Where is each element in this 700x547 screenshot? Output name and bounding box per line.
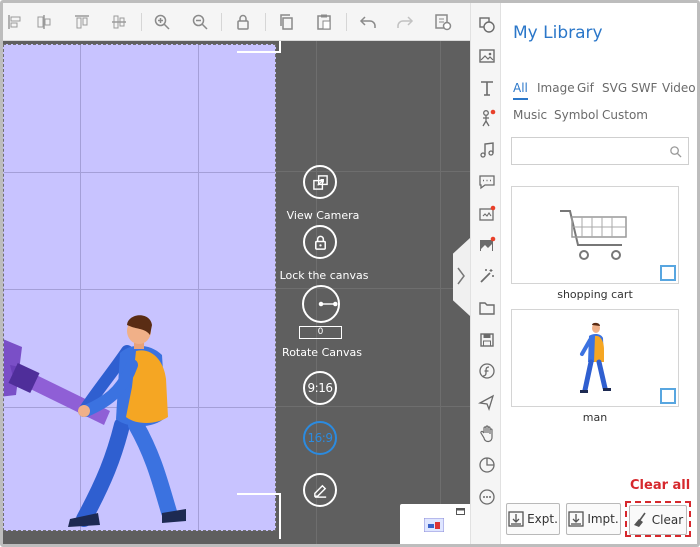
asset-category-strip bbox=[470, 3, 501, 544]
import-icon bbox=[568, 511, 584, 527]
character-icon[interactable] bbox=[477, 108, 497, 128]
align-center-icon[interactable] bbox=[34, 12, 54, 32]
shapes-icon[interactable] bbox=[477, 15, 497, 35]
preview-thumbnail-panel[interactable] bbox=[400, 504, 470, 544]
library-title: My Library bbox=[513, 23, 603, 43]
toolbar-divider bbox=[346, 13, 347, 31]
view-camera-button[interactable] bbox=[303, 165, 337, 199]
align-left-icon[interactable] bbox=[5, 12, 25, 32]
clear-all-label: Clear all bbox=[630, 478, 691, 493]
pie-chart-icon[interactable] bbox=[477, 455, 497, 475]
top-toolbar bbox=[3, 3, 470, 41]
lock-icon[interactable] bbox=[233, 12, 253, 32]
undo-icon[interactable] bbox=[358, 12, 378, 32]
item-select-checkbox[interactable] bbox=[660, 388, 676, 404]
canvas-stage[interactable]: View Camera Lock the canvas 0 Rotate Can… bbox=[3, 41, 470, 544]
more-icon[interactable] bbox=[477, 487, 497, 507]
library-panel: My Library All Image Gif SVG SWF Video M… bbox=[502, 3, 697, 544]
window-icon[interactable] bbox=[456, 508, 465, 515]
artboard-corner-bracket bbox=[237, 41, 281, 53]
view-camera-label: View Camera bbox=[286, 209, 360, 222]
sticker-icon[interactable] bbox=[477, 204, 497, 224]
rotate-canvas-label: Rotate Canvas bbox=[282, 346, 362, 359]
preview-icon[interactable] bbox=[433, 12, 453, 32]
chevron-right-icon bbox=[457, 267, 465, 285]
ratio-9-16-label: 9:16 bbox=[307, 381, 333, 395]
category-swf[interactable]: SWF bbox=[631, 81, 657, 95]
zoom-in-icon[interactable] bbox=[152, 12, 172, 32]
app-window: View Camera Lock the canvas 0 Rotate Can… bbox=[0, 0, 700, 547]
item-label: man bbox=[582, 411, 608, 424]
artboard-grid-line bbox=[4, 172, 275, 173]
save-icon[interactable] bbox=[477, 330, 497, 350]
zoom-out-icon[interactable] bbox=[190, 12, 210, 32]
category-music[interactable]: Music bbox=[513, 108, 547, 122]
lock-icon bbox=[314, 235, 326, 250]
photo-icon[interactable] bbox=[477, 235, 497, 255]
lock-canvas-label: Lock the canvas bbox=[279, 269, 369, 282]
rotation-value-input[interactable]: 0 bbox=[299, 326, 342, 339]
artboard-corner-bracket bbox=[237, 493, 281, 539]
toolbar-divider bbox=[265, 13, 266, 31]
music-icon[interactable] bbox=[477, 140, 497, 160]
clear-button-highlight bbox=[625, 501, 691, 537]
category-symbol[interactable]: Symbol bbox=[554, 108, 599, 122]
redo-icon[interactable] bbox=[395, 12, 415, 32]
folder-icon[interactable] bbox=[477, 298, 497, 318]
rotation-dial-icon bbox=[318, 301, 338, 307]
rotate-canvas-dial[interactable] bbox=[302, 285, 340, 323]
stage-grid-line bbox=[276, 406, 470, 407]
aspect-ratio-9-16-button[interactable]: 9:16 bbox=[303, 371, 337, 405]
align-top-icon[interactable] bbox=[72, 12, 92, 32]
flash-icon[interactable] bbox=[477, 361, 497, 381]
plane-icon[interactable] bbox=[477, 392, 497, 412]
category-custom[interactable]: Custom bbox=[602, 108, 648, 122]
stage-grid-line bbox=[440, 41, 441, 544]
library-search[interactable] bbox=[511, 137, 689, 165]
aspect-ratio-16-9-button[interactable]: 16:9 bbox=[303, 421, 337, 455]
camera-view-icon bbox=[312, 174, 328, 190]
man-thumbnail bbox=[580, 322, 611, 393]
pencil-icon bbox=[313, 484, 326, 498]
library-item-card[interactable] bbox=[511, 309, 679, 407]
image-icon[interactable] bbox=[477, 46, 497, 66]
speech-bubble-icon[interactable] bbox=[477, 172, 497, 192]
artboard-grid-line bbox=[4, 289, 275, 290]
paste-icon[interactable] bbox=[314, 12, 334, 32]
thumbnail-image-icon bbox=[424, 518, 444, 532]
category-all[interactable]: All bbox=[513, 81, 528, 95]
ratio-16-9-label: 16:9 bbox=[307, 431, 333, 445]
toolbar-divider bbox=[141, 13, 142, 31]
text-icon[interactable] bbox=[477, 78, 497, 98]
search-input[interactable] bbox=[512, 138, 662, 164]
category-image[interactable]: Image bbox=[537, 81, 575, 95]
category-gif[interactable]: Gif bbox=[577, 81, 594, 95]
edit-canvas-button[interactable] bbox=[303, 473, 337, 507]
category-svg[interactable]: SVG bbox=[602, 81, 627, 95]
shopping-cart-thumbnail bbox=[560, 210, 627, 260]
import-label: Impt. bbox=[587, 512, 619, 526]
character-illustration[interactable] bbox=[4, 307, 204, 531]
artboard[interactable] bbox=[3, 44, 276, 531]
lock-canvas-button[interactable] bbox=[303, 225, 337, 259]
copy-icon[interactable] bbox=[277, 12, 297, 32]
active-category-underline bbox=[513, 98, 528, 100]
category-video[interactable]: Video bbox=[662, 81, 696, 95]
import-button[interactable]: Impt. bbox=[566, 503, 621, 535]
export-button[interactable]: Expt. bbox=[506, 503, 560, 535]
item-label: shopping cart bbox=[557, 288, 633, 301]
search-icon[interactable] bbox=[669, 145, 682, 158]
toolbar-divider bbox=[221, 13, 222, 31]
align-middle-icon[interactable] bbox=[109, 12, 129, 32]
item-select-checkbox[interactable] bbox=[660, 265, 676, 281]
hand-icon[interactable] bbox=[477, 424, 497, 444]
library-item-card[interactable] bbox=[511, 186, 679, 284]
export-label: Expt. bbox=[527, 512, 558, 526]
export-icon bbox=[508, 511, 524, 527]
magic-wand-icon[interactable] bbox=[477, 266, 497, 286]
